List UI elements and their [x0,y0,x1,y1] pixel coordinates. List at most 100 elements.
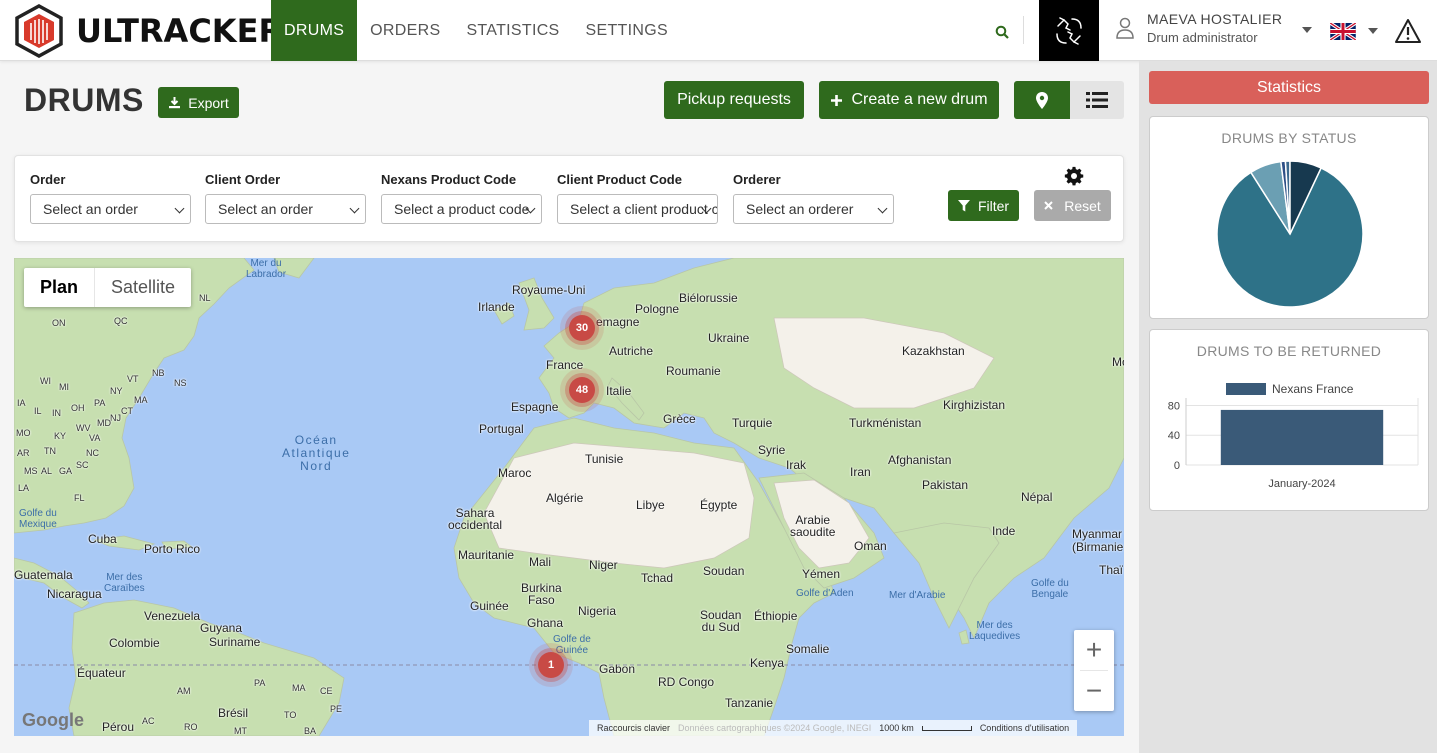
nav-settings[interactable]: SETTINGS [573,0,681,61]
uk-flag-icon[interactable] [1330,23,1356,40]
map-label: PE [330,704,343,714]
map-label: TN [44,446,56,456]
map-label: NS [174,378,187,388]
main-nav: DRUMS ORDERS STATISTICS SETTINGS [271,0,681,61]
map-view-toggle[interactable] [1014,81,1070,119]
map-label: Espagne [511,400,559,414]
map-label: MA [134,395,148,405]
nav-statistics[interactable]: STATISTICS [453,0,572,61]
legend-swatch [1226,383,1266,395]
language-caret-icon[interactable] [1368,28,1378,34]
logo[interactable]: ULTRACKER [14,4,283,58]
client-order-select-value: Select an order [218,201,313,217]
map-label: MI [59,382,69,392]
map-label: Afghanistan [888,453,952,467]
map-label: SC [76,460,89,470]
map-cluster-marker[interactable]: 48 [569,377,595,403]
map-label: KY [54,431,67,441]
keyboard-shortcuts-link[interactable]: Raccourcis clavier [597,723,670,733]
map-label: Mer d'Arabie [889,590,946,601]
map-label: Somalie [786,642,830,656]
page-title: DRUMS [24,82,144,118]
map-label: NC [86,448,99,458]
logo-icon [15,4,63,58]
y-tick-label: 40 [1168,430,1180,442]
map-label: Grèce [663,412,696,426]
product-code-select[interactable]: Select a product code [381,194,542,224]
drum-scan-button[interactable] [1039,0,1099,61]
drums-by-status-card: DRUMS BY STATUS [1149,116,1429,319]
user-menu[interactable]: MAEVA HOSTALIER Drum administrator [1115,11,1282,45]
client-product-code-select[interactable]: Select a client product code [557,194,718,224]
map-type-plan[interactable]: Plan [24,268,96,307]
zoom-in-button[interactable]: + [1074,630,1114,670]
map-label: Maroc [498,466,532,480]
map-label: Nigeria [578,604,617,618]
filter-button[interactable]: Filter [948,190,1019,221]
map-type-satellite[interactable]: Satellite [95,268,191,307]
nav-orders[interactable]: ORDERS [357,0,453,61]
map-label: Myanmar (Birmanie [1072,527,1124,554]
filter-nexans-product-code-label: Nexans Product Code [381,172,517,187]
map-label: Tunisie [585,452,624,466]
map-label: Mer des Laquedives [969,620,1021,642]
list-view-toggle[interactable] [1070,81,1124,119]
export-button[interactable]: Export [158,87,239,118]
map-label: BA [304,726,317,736]
map-label: MA [292,683,306,693]
reset-button[interactable]: Reset [1034,190,1111,221]
map-label: Pérou [102,720,135,734]
pickup-requests-button[interactable]: Pickup requests [664,81,804,119]
map-label: Italie [606,384,632,398]
chevron-down-icon [174,203,185,214]
map-label: MD [97,418,111,428]
orderer-select-value: Select an orderer [746,201,854,217]
map-label: Autriche [609,344,654,358]
map-label: Égypte [700,498,738,512]
map-label: MT [234,726,247,736]
orderer-select[interactable]: Select an orderer [733,194,894,224]
map-label: Brésil [218,706,249,720]
warning-icon[interactable] [1394,18,1422,44]
y-tick-label: 80 [1168,400,1180,412]
top-navigation-bar: ULTRACKER DRUMS ORDERS STATISTICS SETTIN… [0,0,1437,61]
map-label: IL [34,406,42,416]
card-title: DRUMS BY STATUS [1221,130,1357,146]
map-label: Niger [589,558,618,572]
order-select[interactable]: Select an order [30,194,191,224]
statistics-button[interactable]: Statistics [1149,71,1429,104]
gear-icon[interactable] [1064,166,1084,186]
bar[interactable] [1220,409,1384,465]
map-label: Éthiopie [754,609,798,623]
map-label: Cuba [88,532,117,546]
search-button[interactable] [990,20,1014,44]
create-drum-button[interactable]: Create a new drum [819,81,999,119]
terms-link[interactable]: Conditions d'utilisation [980,723,1069,733]
filter-client-order: Client Order Select an order [205,172,366,224]
client-order-select[interactable]: Select an order [205,194,366,224]
map-label: Ukraine [708,331,750,345]
map-label: PA [94,398,106,408]
nav-drums[interactable]: DRUMS [271,0,358,61]
zoom-out-button[interactable]: − [1074,671,1114,711]
map-label: Suriname [209,635,261,649]
drums-map[interactable]: Plan Satellite Mer du Labrador ON QC NB … [14,258,1124,736]
map-label: Pakistan [922,478,969,492]
map-label: Pologne [635,302,680,316]
map-cluster-marker[interactable]: 1 [538,652,564,678]
map-label: VT [127,374,139,384]
map-label: Sahara occidental [448,506,503,532]
map-label: MS [24,466,38,476]
map-label: Mali [529,555,552,569]
map-label: Équateur [77,666,126,680]
user-caret-icon[interactable] [1302,27,1312,33]
map-label: Mer du Labrador [246,258,287,280]
map-label: CE [320,686,333,696]
map-label: NL [199,293,211,303]
filter-order-label: Order [30,172,66,187]
map-label: Mauritanie [458,548,515,562]
order-select-value: Select an order [43,201,138,217]
map-cluster-marker[interactable]: 30 [569,315,595,341]
map-label: Porto Rico [144,542,201,556]
filter-panel: Order Select an order Client Order Selec… [14,155,1124,242]
